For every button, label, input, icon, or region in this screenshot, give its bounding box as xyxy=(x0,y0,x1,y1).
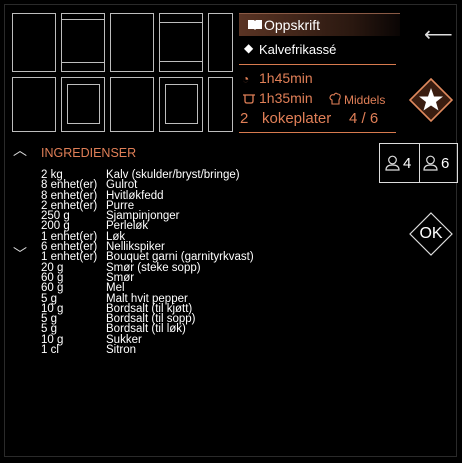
recipe-tab[interactable]: Oppskrift xyxy=(239,13,400,36)
recipe-tab-label: Oppskrift xyxy=(264,17,321,33)
thumbnail[interactable] xyxy=(208,13,233,72)
person-icon xyxy=(423,155,438,171)
divider xyxy=(239,132,396,133)
ingredient-row: 10 g Sukker xyxy=(41,334,254,346)
ingredient-name: Sitron xyxy=(106,344,137,357)
ingredient-row: 5 g Bordsalt (til løk) xyxy=(41,324,254,336)
recipe-name: Kalvefrikassé xyxy=(259,42,337,57)
ok-label: OK xyxy=(419,225,443,242)
servings-value-6: 6 xyxy=(441,155,450,172)
servings-value-4: 4 xyxy=(403,155,412,172)
ingredient-row: 1 cl Sitron xyxy=(41,344,254,357)
difficulty: Middels xyxy=(344,93,386,107)
thumbnail[interactable] xyxy=(208,77,233,132)
ingredient-row: 60 g Smør xyxy=(41,272,254,284)
diamond-bullet-icon: ◆ xyxy=(244,41,254,55)
chevron-down-icon[interactable]: ﹀ xyxy=(13,244,27,264)
ingredient-list: 2 kg Kalv (skulder/bryst/bringe) 8 enhet(e… xyxy=(41,169,254,357)
favorite-button[interactable] xyxy=(408,77,454,123)
chevron-up-icon[interactable]: ︿ xyxy=(13,140,27,160)
thumbnail[interactable] xyxy=(12,13,56,72)
clock-icon: ◔ xyxy=(242,72,250,86)
person-icon xyxy=(385,155,400,171)
book-icon xyxy=(248,20,262,30)
servings-selector: 4 6 xyxy=(379,143,458,183)
star-icon xyxy=(408,77,454,123)
thumbnail[interactable] xyxy=(61,19,105,63)
thumbnail[interactable] xyxy=(110,13,154,72)
thumbnail[interactable] xyxy=(67,84,100,124)
servings-option-6[interactable]: 6 xyxy=(420,144,458,182)
plates-count: 2 xyxy=(240,110,249,127)
cook-time: 1h35min xyxy=(259,90,313,106)
divider xyxy=(239,64,396,65)
back-arrow-icon[interactable]: ⟵ xyxy=(424,22,453,47)
servings-option-4[interactable]: 4 xyxy=(380,144,420,182)
thumbnail[interactable] xyxy=(110,77,154,132)
thumbnail[interactable] xyxy=(159,22,203,62)
ingredients-title: INGREDIENSER xyxy=(41,146,137,160)
thumbnail[interactable] xyxy=(12,77,56,132)
plates-label: kokeplater xyxy=(262,110,332,127)
step-indicator: 4 / 6 xyxy=(349,110,379,127)
ok-button[interactable]: OK xyxy=(409,212,453,256)
ingredient-quantity: 1 cl xyxy=(41,344,59,357)
ingredient-row: 20 g Smør (steke sopp) xyxy=(41,262,254,274)
pot-icon xyxy=(243,94,255,104)
total-time: 1h45min xyxy=(259,70,313,86)
chef-hat-icon xyxy=(329,92,341,105)
thumbnail[interactable] xyxy=(165,84,198,124)
